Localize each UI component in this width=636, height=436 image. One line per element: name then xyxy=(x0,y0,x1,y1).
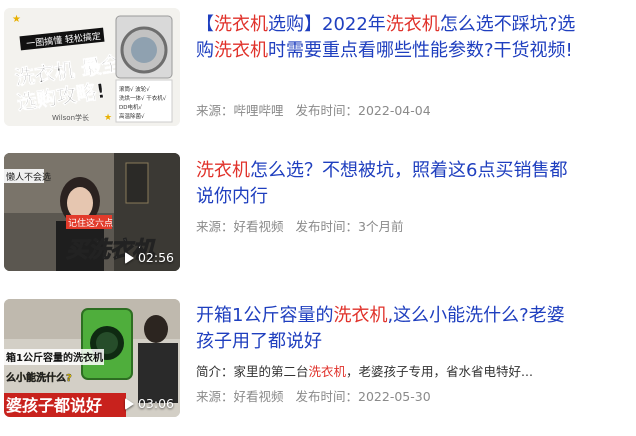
result-date: 发布时间：3个月前 xyxy=(295,219,404,234)
result-meta: 来源：好看视频 发布时间：3个月前 xyxy=(196,216,403,235)
thumb-caption: 懒人不会选 xyxy=(6,171,51,183)
result-source: 来源：好看视频 xyxy=(196,389,284,404)
video-duration: 02:56 xyxy=(124,250,174,265)
video-thumbnail[interactable]: 箱1公斤容量的洗衣机 么小能洗什么? 婆孩子都说好 03:06 xyxy=(4,299,180,417)
play-icon xyxy=(124,251,134,264)
video-thumbnail[interactable]: 一图搞懂 轻松搞定 洗衣机 最全 选购攻略! 滚筒√ 波轮√ 洗烘一体√ 干衣机… xyxy=(4,8,180,126)
video-duration: 03:06 xyxy=(124,396,174,411)
thumb-check-4: 高温除菌√ xyxy=(119,112,145,120)
thumb-check-1: 滚筒√ 波轮√ xyxy=(119,85,150,93)
video-thumbnail[interactable]: 懒人不会选 记住这六点 买洗衣机 02:56 xyxy=(4,153,180,271)
result-source: 来源：好看视频 xyxy=(196,219,284,234)
result-item[interactable]: 懒人不会选 记住这六点 买洗衣机 02:56 洗衣机怎么选？不想被坑，照着这6点… xyxy=(0,146,636,286)
play-icon xyxy=(124,397,134,410)
result-source: 来源：哔哩哔哩 xyxy=(196,103,284,118)
result-date: 发布时间：2022-04-04 xyxy=(295,103,431,118)
result-title[interactable]: 【洗衣机选购】2022年洗衣机怎么选不踩坑?选购洗衣机时需要重点看哪些性能参数?… xyxy=(196,12,576,64)
result-description: 简介：家里的第二台洗衣机，老婆孩子专用，省水省电特好... xyxy=(196,364,533,379)
thumb-author: Wilson学长 xyxy=(52,113,89,122)
result-date: 发布时间：2022-05-30 xyxy=(295,389,431,404)
thumb-mid: 么小能洗什么? xyxy=(6,371,72,384)
result-meta: 来源：哔哩哔哩 发布时间：2022-04-04 xyxy=(196,100,431,119)
result-item[interactable]: 箱1公斤容量的洗衣机 么小能洗什么? 婆孩子都说好 03:06 开箱1公斤容量的… xyxy=(0,292,636,436)
star-icon: ★ xyxy=(12,14,21,25)
thumb-check-3: DD电机√ xyxy=(119,103,142,111)
thumb-check-2: 洗烘一体√ 干衣机√ xyxy=(119,94,167,102)
result-title[interactable]: 开箱1公斤容量的洗衣机,这么小能洗什么?老婆孩子用了都说好 xyxy=(196,303,576,355)
thumb-bottom: 婆孩子都说好 xyxy=(6,396,102,415)
result-item[interactable]: 一图搞懂 轻松搞定 洗衣机 最全 选购攻略! 滚筒√ 波轮√ 洗烘一体√ 干衣机… xyxy=(0,0,636,140)
thumb-tag: 记住这六点 xyxy=(68,217,113,229)
star-icon: ★ xyxy=(104,113,112,123)
result-title[interactable]: 洗衣机怎么选？不想被坑，照着这6点买销售都说你内行 xyxy=(196,158,576,210)
result-meta: 来源：好看视频 发布时间：2022-05-30 xyxy=(196,386,431,405)
thumbnail-art: 一图搞懂 轻松搞定 洗衣机 最全 选购攻略! 滚筒√ 波轮√ 洗烘一体√ 干衣机… xyxy=(4,8,180,126)
thumb-top: 箱1公斤容量的洗衣机 xyxy=(6,351,103,364)
